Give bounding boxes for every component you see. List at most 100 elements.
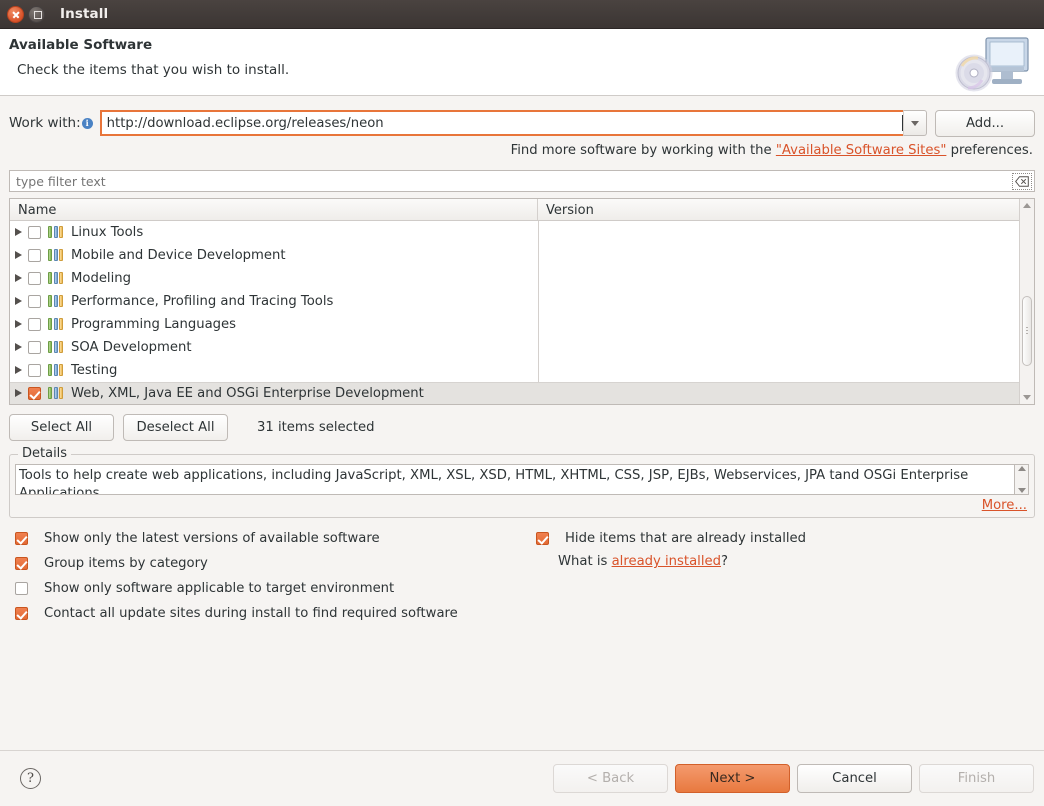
table-row[interactable]: SOA Development bbox=[10, 336, 1019, 359]
option-row[interactable]: Show only software applicable to target … bbox=[15, 581, 458, 596]
selection-row: Select All Deselect All 31 items selecte… bbox=[9, 413, 1035, 441]
expand-triangle-icon[interactable] bbox=[15, 228, 22, 237]
select-all-button[interactable]: Select All bbox=[9, 413, 114, 441]
category-icon bbox=[48, 364, 64, 377]
option-checkbox[interactable] bbox=[15, 532, 28, 545]
deselect-all-button[interactable]: Deselect All bbox=[123, 413, 228, 441]
option-label: Group items by category bbox=[44, 556, 208, 571]
table-row[interactable]: Programming Languages bbox=[10, 313, 1019, 336]
details-inner: Tools to help create web applications, i… bbox=[15, 464, 1029, 495]
close-icon[interactable] bbox=[7, 5, 24, 23]
table-main: Name Version Linux Tools Mobile and Devic… bbox=[10, 199, 1019, 404]
back-button[interactable]: < Back bbox=[553, 764, 668, 793]
row-label: Mobile and Device Development bbox=[71, 247, 286, 263]
category-icon bbox=[48, 272, 64, 285]
chevron-down-icon[interactable] bbox=[903, 110, 927, 136]
option-row[interactable]: Show only the latest versions of availab… bbox=[15, 531, 458, 546]
maximize-icon[interactable] bbox=[28, 5, 45, 23]
details-group: Details Tools to help create web applica… bbox=[9, 446, 1035, 518]
details-scrollbar[interactable] bbox=[1014, 464, 1029, 495]
option-label: Show only software applicable to target … bbox=[44, 581, 395, 596]
details-text[interactable]: Tools to help create web applications, i… bbox=[15, 464, 1014, 495]
row-checkbox[interactable] bbox=[28, 248, 41, 262]
scrollbar-thumb[interactable] bbox=[1022, 296, 1032, 366]
row-label: SOA Development bbox=[71, 339, 192, 355]
table-row[interactable]: Mobile and Device Development bbox=[10, 244, 1019, 267]
row-label: Modeling bbox=[71, 270, 131, 286]
what-is-installed-line: What is already installed? bbox=[558, 554, 806, 569]
next-button[interactable]: Next > bbox=[675, 764, 790, 793]
details-scroll-down-icon[interactable] bbox=[1017, 488, 1026, 493]
table-row[interactable]: Linux Tools bbox=[10, 221, 1019, 244]
work-with-input[interactable] bbox=[99, 110, 903, 136]
option-label: Hide items that are already installed bbox=[565, 531, 806, 546]
category-icon bbox=[48, 341, 64, 354]
install-dialog: Install Available Software Check the ite… bbox=[0, 0, 1044, 806]
option-checkbox[interactable] bbox=[15, 582, 28, 595]
table-row[interactable]: Testing bbox=[10, 359, 1019, 382]
option-label: Contact all update sites during install … bbox=[44, 606, 458, 621]
cancel-button[interactable]: Cancel bbox=[797, 764, 912, 793]
expand-triangle-icon[interactable] bbox=[15, 343, 22, 352]
more-link[interactable]: More... bbox=[982, 498, 1027, 513]
dialog-body: Work with:i Add... Find more software by… bbox=[0, 96, 1044, 750]
table-row[interactable]: Performance, Profiling and Tracing Tools bbox=[10, 290, 1019, 313]
hint-suffix: preferences. bbox=[946, 143, 1033, 158]
table-row[interactable]: Web, XML, Java EE and OSGi Enterprise De… bbox=[10, 381, 1019, 404]
expand-triangle-icon[interactable] bbox=[15, 297, 22, 306]
row-checkbox[interactable] bbox=[28, 271, 41, 285]
column-header-version[interactable]: Version bbox=[538, 199, 1019, 220]
clear-icon[interactable] bbox=[1012, 172, 1032, 190]
row-checkbox[interactable] bbox=[28, 386, 41, 400]
row-checkbox[interactable] bbox=[28, 363, 41, 377]
expand-triangle-icon[interactable] bbox=[15, 251, 22, 260]
scroll-down-icon[interactable] bbox=[1020, 391, 1034, 404]
options-left-column: Show only the latest versions of availab… bbox=[15, 531, 458, 631]
options-section: Show only the latest versions of availab… bbox=[9, 531, 1035, 666]
option-checkbox[interactable] bbox=[15, 557, 28, 570]
expand-triangle-icon[interactable] bbox=[15, 366, 22, 375]
hint-prefix: Find more software by working with the bbox=[510, 143, 776, 158]
table-header: Name Version bbox=[10, 199, 1019, 221]
expand-triangle-icon[interactable] bbox=[15, 274, 22, 283]
row-checkbox[interactable] bbox=[28, 317, 41, 331]
expand-triangle-icon[interactable] bbox=[15, 320, 22, 329]
add-button[interactable]: Add... bbox=[935, 109, 1035, 137]
work-with-label: Work with: bbox=[9, 115, 81, 131]
filter-box bbox=[9, 170, 1035, 192]
option-row[interactable]: Hide items that are already installed bbox=[536, 531, 806, 546]
filter-input[interactable] bbox=[10, 171, 1012, 191]
category-icon bbox=[48, 249, 64, 262]
already-installed-link[interactable]: already installed bbox=[612, 554, 721, 569]
option-label: Show only the latest versions of availab… bbox=[44, 531, 380, 546]
title-bar: Install bbox=[0, 0, 1044, 29]
footer-buttons: < Back Next > Cancel Finish bbox=[553, 764, 1034, 793]
row-label: Linux Tools bbox=[71, 224, 144, 240]
table-row[interactable]: Modeling bbox=[10, 267, 1019, 290]
option-checkbox[interactable] bbox=[536, 532, 549, 545]
items-selected-status: 31 items selected bbox=[257, 419, 375, 435]
column-header-name[interactable]: Name bbox=[10, 199, 538, 220]
help-icon[interactable]: ? bbox=[20, 768, 41, 789]
row-checkbox[interactable] bbox=[28, 340, 41, 354]
finish-button[interactable]: Finish bbox=[919, 764, 1034, 793]
details-scroll-up-icon[interactable] bbox=[1017, 466, 1026, 471]
what-is-prefix: What is bbox=[558, 554, 612, 569]
row-checkbox[interactable] bbox=[28, 294, 41, 308]
scroll-up-icon[interactable] bbox=[1020, 199, 1034, 212]
category-icon bbox=[48, 318, 64, 331]
info-icon[interactable]: i bbox=[81, 117, 93, 129]
row-label: Programming Languages bbox=[71, 316, 237, 332]
row-checkbox[interactable] bbox=[28, 225, 41, 239]
option-row[interactable]: Group items by category bbox=[15, 556, 458, 571]
options-right-column: Hide items that are already installed Wha… bbox=[536, 531, 806, 569]
row-label: Web, XML, Java EE and OSGi Enterprise De… bbox=[71, 385, 424, 401]
option-checkbox[interactable] bbox=[15, 607, 28, 620]
work-with-combo bbox=[99, 110, 927, 136]
option-row[interactable]: Contact all update sites during install … bbox=[15, 606, 458, 621]
what-is-suffix: ? bbox=[720, 554, 728, 569]
details-legend: Details bbox=[18, 446, 72, 461]
available-software-sites-link[interactable]: "Available Software Sites" bbox=[776, 143, 947, 158]
expand-triangle-icon[interactable] bbox=[15, 389, 22, 398]
table-scrollbar[interactable] bbox=[1019, 199, 1034, 404]
